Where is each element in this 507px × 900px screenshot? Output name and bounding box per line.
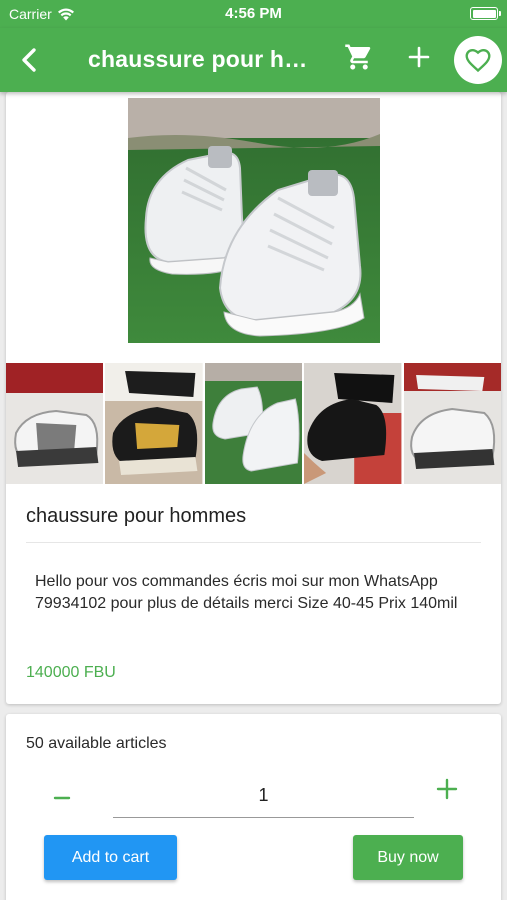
quantity-input[interactable] xyxy=(113,774,414,818)
cart-icon xyxy=(345,44,371,70)
thumbnail-image[interactable] xyxy=(105,363,203,484)
status-bar: Carrier 4:56 PM xyxy=(0,0,507,28)
back-arrow-icon xyxy=(22,48,36,72)
app-bar: chaussure pour hommes xyxy=(0,28,507,92)
divider xyxy=(26,542,481,543)
thumbnail-image[interactable] xyxy=(304,363,402,484)
purchase-card: 50 available articles Add to cart Buy no… xyxy=(6,714,501,900)
thumbnail-strip xyxy=(6,363,501,484)
page-title: chaussure pour hommes xyxy=(88,46,308,72)
thumbnail-image[interactable] xyxy=(403,363,501,484)
increase-quantity-button[interactable] xyxy=(434,776,460,802)
product-price: 140000 FBU xyxy=(26,664,116,681)
thumbnail-image[interactable] xyxy=(204,363,303,484)
status-time: 4:56 PM xyxy=(225,5,282,22)
plus-icon xyxy=(436,778,458,800)
back-button[interactable] xyxy=(14,44,44,76)
favorite-button[interactable] xyxy=(454,36,502,84)
buy-now-button[interactable]: Buy now xyxy=(353,835,463,880)
product-card: chaussure pour hommes Hello pour vos com… xyxy=(6,92,501,704)
thumbnail-image[interactable] xyxy=(6,363,104,484)
minus-icon xyxy=(53,796,71,800)
product-main-image[interactable] xyxy=(128,98,380,343)
available-count: 50 available articles xyxy=(26,735,167,752)
cart-button[interactable] xyxy=(344,42,374,72)
decrease-quantity-button[interactable] xyxy=(50,780,74,804)
add-to-cart-button[interactable]: Add to cart xyxy=(44,835,177,880)
add-button[interactable] xyxy=(404,42,434,72)
product-description: Hello pour vos commandes écris moi sur m… xyxy=(35,573,458,612)
heart-icon xyxy=(465,49,491,73)
plus-icon xyxy=(408,46,430,68)
product-name: chaussure pour hommes xyxy=(26,505,247,527)
battery-icon xyxy=(470,7,501,20)
